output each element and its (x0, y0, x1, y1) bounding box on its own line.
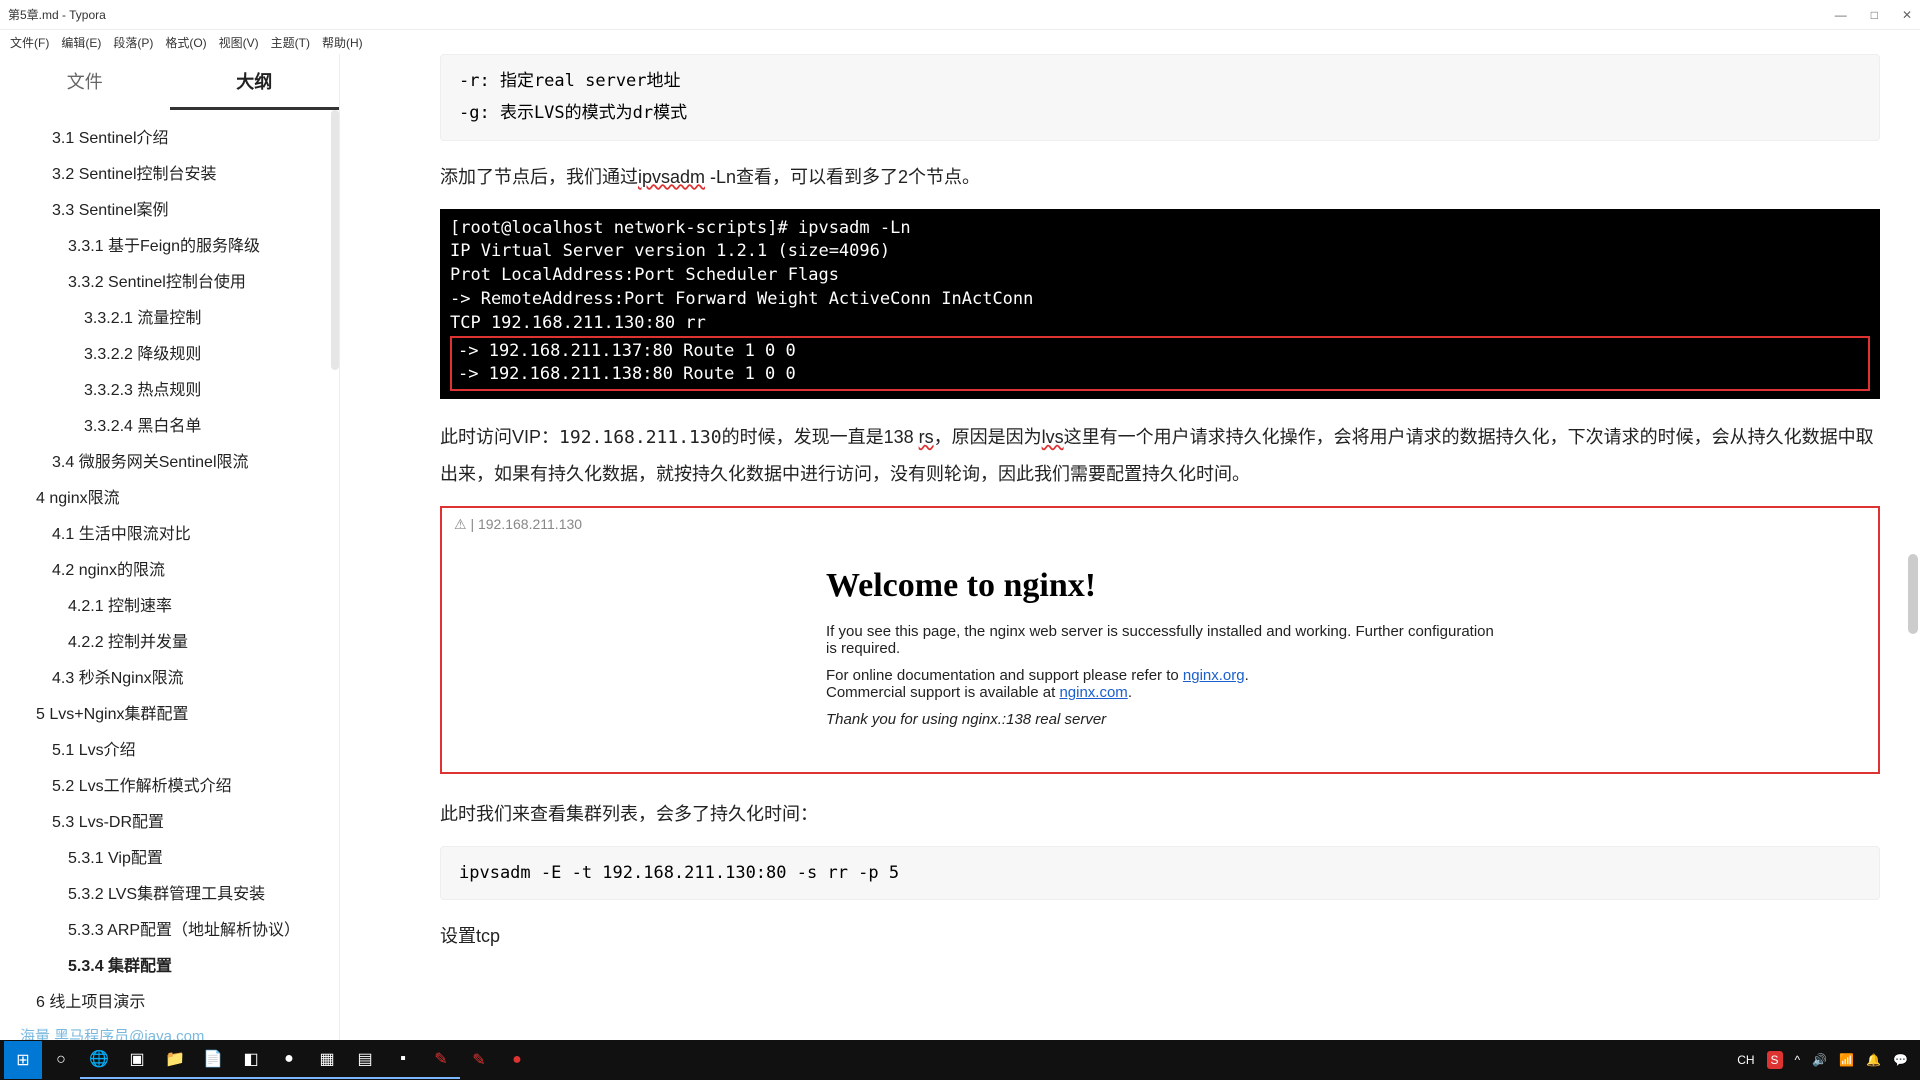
battery-icon[interactable]: 🔔 (1866, 1053, 1881, 1067)
code-block-options: -r: 指定real server地址 -g: 表示LVS的模式为dr模式 (440, 54, 1880, 141)
terminal-screenshot: [root@localhost network-scripts]# ipvsad… (440, 209, 1880, 400)
typora-icon[interactable]: ✎ (422, 1041, 460, 1079)
volume-icon[interactable]: 🔊 (1812, 1053, 1827, 1067)
paragraph: 设置tcp (440, 918, 1880, 954)
outline-item[interactable]: 3.1 Sentinel介绍 (0, 118, 339, 154)
link-nginx-com: nginx.com (1059, 684, 1127, 701)
search-icon[interactable]: ○ (42, 1041, 80, 1079)
nginx-heading: Welcome to nginx! (826, 567, 1494, 605)
app-icon[interactable]: ▣ (118, 1041, 156, 1079)
outline-item[interactable]: 5.1 Lvs介绍 (0, 730, 339, 766)
titlebar: 第5章.md - Typora — □ ✕ (0, 0, 1920, 30)
paragraph: 此时我们来查看集群列表，会多了持久化时间： (440, 796, 1880, 832)
outline-item[interactable]: 5 Lvs+Nginx集群配置 (0, 694, 339, 730)
outline-item[interactable]: 5.3 Lvs-DR配置 (0, 802, 339, 838)
ime-indicator[interactable]: CH (1737, 1053, 1754, 1067)
outline-item[interactable]: 3.4 微服务网关Sentinel限流 (0, 442, 339, 478)
tab-outline[interactable]: 大纲 (170, 54, 340, 110)
outline-item[interactable]: 3.2 Sentinel控制台安装 (0, 154, 339, 190)
ide-icon[interactable]: ◧ (232, 1041, 270, 1079)
outline-item[interactable]: 3.3.2.1 流量控制 (0, 298, 339, 334)
underline-text: ipvsadm (638, 167, 705, 187)
paragraph: 添加了节点后，我们通过ipvsadm -Ln查看，可以看到多了2个节点。 (440, 159, 1880, 195)
wifi-icon[interactable]: 📶 (1839, 1053, 1854, 1067)
app-icon[interactable]: ▤ (346, 1041, 384, 1079)
outline-item[interactable]: 4 nginx限流 (0, 478, 339, 514)
outline-item[interactable]: 5.3.2 LVS集群管理工具安装 (0, 874, 339, 910)
outline-item[interactable]: 4.3 秒杀Nginx限流 (0, 658, 339, 694)
paragraph: 此时访问VIP：192.168.211.130的时候，发现一直是138 rs，原… (440, 419, 1880, 492)
outline-list[interactable]: 3.1 Sentinel介绍3.2 Sentinel控制台安装3.3 Senti… (0, 110, 339, 1052)
menu-view[interactable]: 视图(V) (213, 34, 265, 51)
minimize-button[interactable]: — (1835, 8, 1847, 22)
notepad-icon[interactable]: 📄 (194, 1041, 232, 1079)
menubar: 文件(F) 编辑(E) 段落(P) 格式(O) 视图(V) 主题(T) 帮助(H… (0, 30, 1920, 54)
code-block-command: ipvsadm -E -t 192.168.211.130:80 -s rr -… (440, 846, 1880, 900)
app-icon[interactable]: ▦ (308, 1041, 346, 1079)
outline-item[interactable]: 3.3.2.2 降级规则 (0, 334, 339, 370)
menu-help[interactable]: 帮助(H) (316, 34, 369, 51)
outline-item[interactable]: 5.3.3 ARP配置（地址解析协议） (0, 910, 339, 946)
close-button[interactable]: ✕ (1902, 8, 1912, 22)
app-icon[interactable]: ✎ (460, 1041, 498, 1079)
outline-item[interactable]: 3.3.2.4 黑白名单 (0, 406, 339, 442)
content-scrollbar[interactable] (1908, 554, 1918, 634)
sidebar: 文件 大纲 3.1 Sentinel介绍3.2 Sentinel控制台安装3.3… (0, 54, 340, 1052)
menu-format[interactable]: 格式(O) (159, 34, 212, 51)
outline-item[interactable]: 4.1 生活中限流对比 (0, 514, 339, 550)
menu-theme[interactable]: 主题(T) (265, 34, 316, 51)
notification-icon[interactable]: 💬 (1893, 1053, 1908, 1067)
explorer-icon[interactable]: 📁 (156, 1041, 194, 1079)
maximize-button[interactable]: □ (1871, 8, 1878, 22)
highlight-box: -> 192.168.211.137:80 Route 1 0 0 -> 192… (450, 336, 1870, 392)
taskbar: ⊞ ○ 🌐 ▣ 📁 📄 ◧ ● ▦ ▤ ▪ ✎ ✎ ● CH S ^ 🔊 📶 🔔… (0, 1040, 1920, 1080)
outline-item[interactable]: 3.3 Sentinel案例 (0, 190, 339, 226)
tray-chevron-icon[interactable]: ^ (1795, 1053, 1801, 1067)
lock-icon: ⚠ (454, 516, 467, 532)
outline-item[interactable]: 5.2 Lvs工作解析模式介绍 (0, 766, 339, 802)
outline-item[interactable]: 3.3.2.3 热点规则 (0, 370, 339, 406)
app-icon[interactable]: ● (498, 1041, 536, 1079)
window-title: 第5章.md - Typora (8, 6, 1835, 23)
terminal-icon[interactable]: ▪ (384, 1041, 422, 1079)
outline-item[interactable]: 5.3.1 Vip配置 (0, 838, 339, 874)
url-text: 192.168.211.130 (478, 516, 582, 532)
tab-file[interactable]: 文件 (0, 54, 170, 110)
outline-item[interactable]: 4.2.1 控制速率 (0, 586, 339, 622)
menu-edit[interactable]: 编辑(E) (55, 34, 107, 51)
outline-item[interactable]: 5.3.4 集群配置 (0, 946, 339, 982)
sidebar-scrollbar[interactable] (331, 110, 339, 370)
browser-screenshot: ⚠ | 192.168.211.130 Welcome to nginx! If… (440, 506, 1880, 774)
start-button[interactable]: ⊞ (4, 1041, 42, 1079)
tray-icon[interactable]: S (1767, 1051, 1783, 1069)
outline-item[interactable]: 6 线上项目演示 (0, 982, 339, 1018)
menu-paragraph[interactable]: 段落(P) (107, 34, 159, 51)
link-nginx-org: nginx.org (1183, 667, 1245, 684)
menu-file[interactable]: 文件(F) (4, 34, 55, 51)
outline-item[interactable]: 3.3.1 基于Feign的服务降级 (0, 226, 339, 262)
outline-item[interactable]: 4.2 nginx的限流 (0, 550, 339, 586)
outline-item[interactable]: 3.3.2 Sentinel控制台使用 (0, 262, 339, 298)
editor-content[interactable]: -r: 指定real server地址 -g: 表示LVS的模式为dr模式 添加… (340, 54, 1920, 1052)
chrome-icon[interactable]: 🌐 (80, 1041, 118, 1079)
app-icon[interactable]: ● (270, 1041, 308, 1079)
browser-address-bar: ⚠ | 192.168.211.130 (446, 512, 1874, 537)
outline-item[interactable]: 4.2.2 控制并发量 (0, 622, 339, 658)
